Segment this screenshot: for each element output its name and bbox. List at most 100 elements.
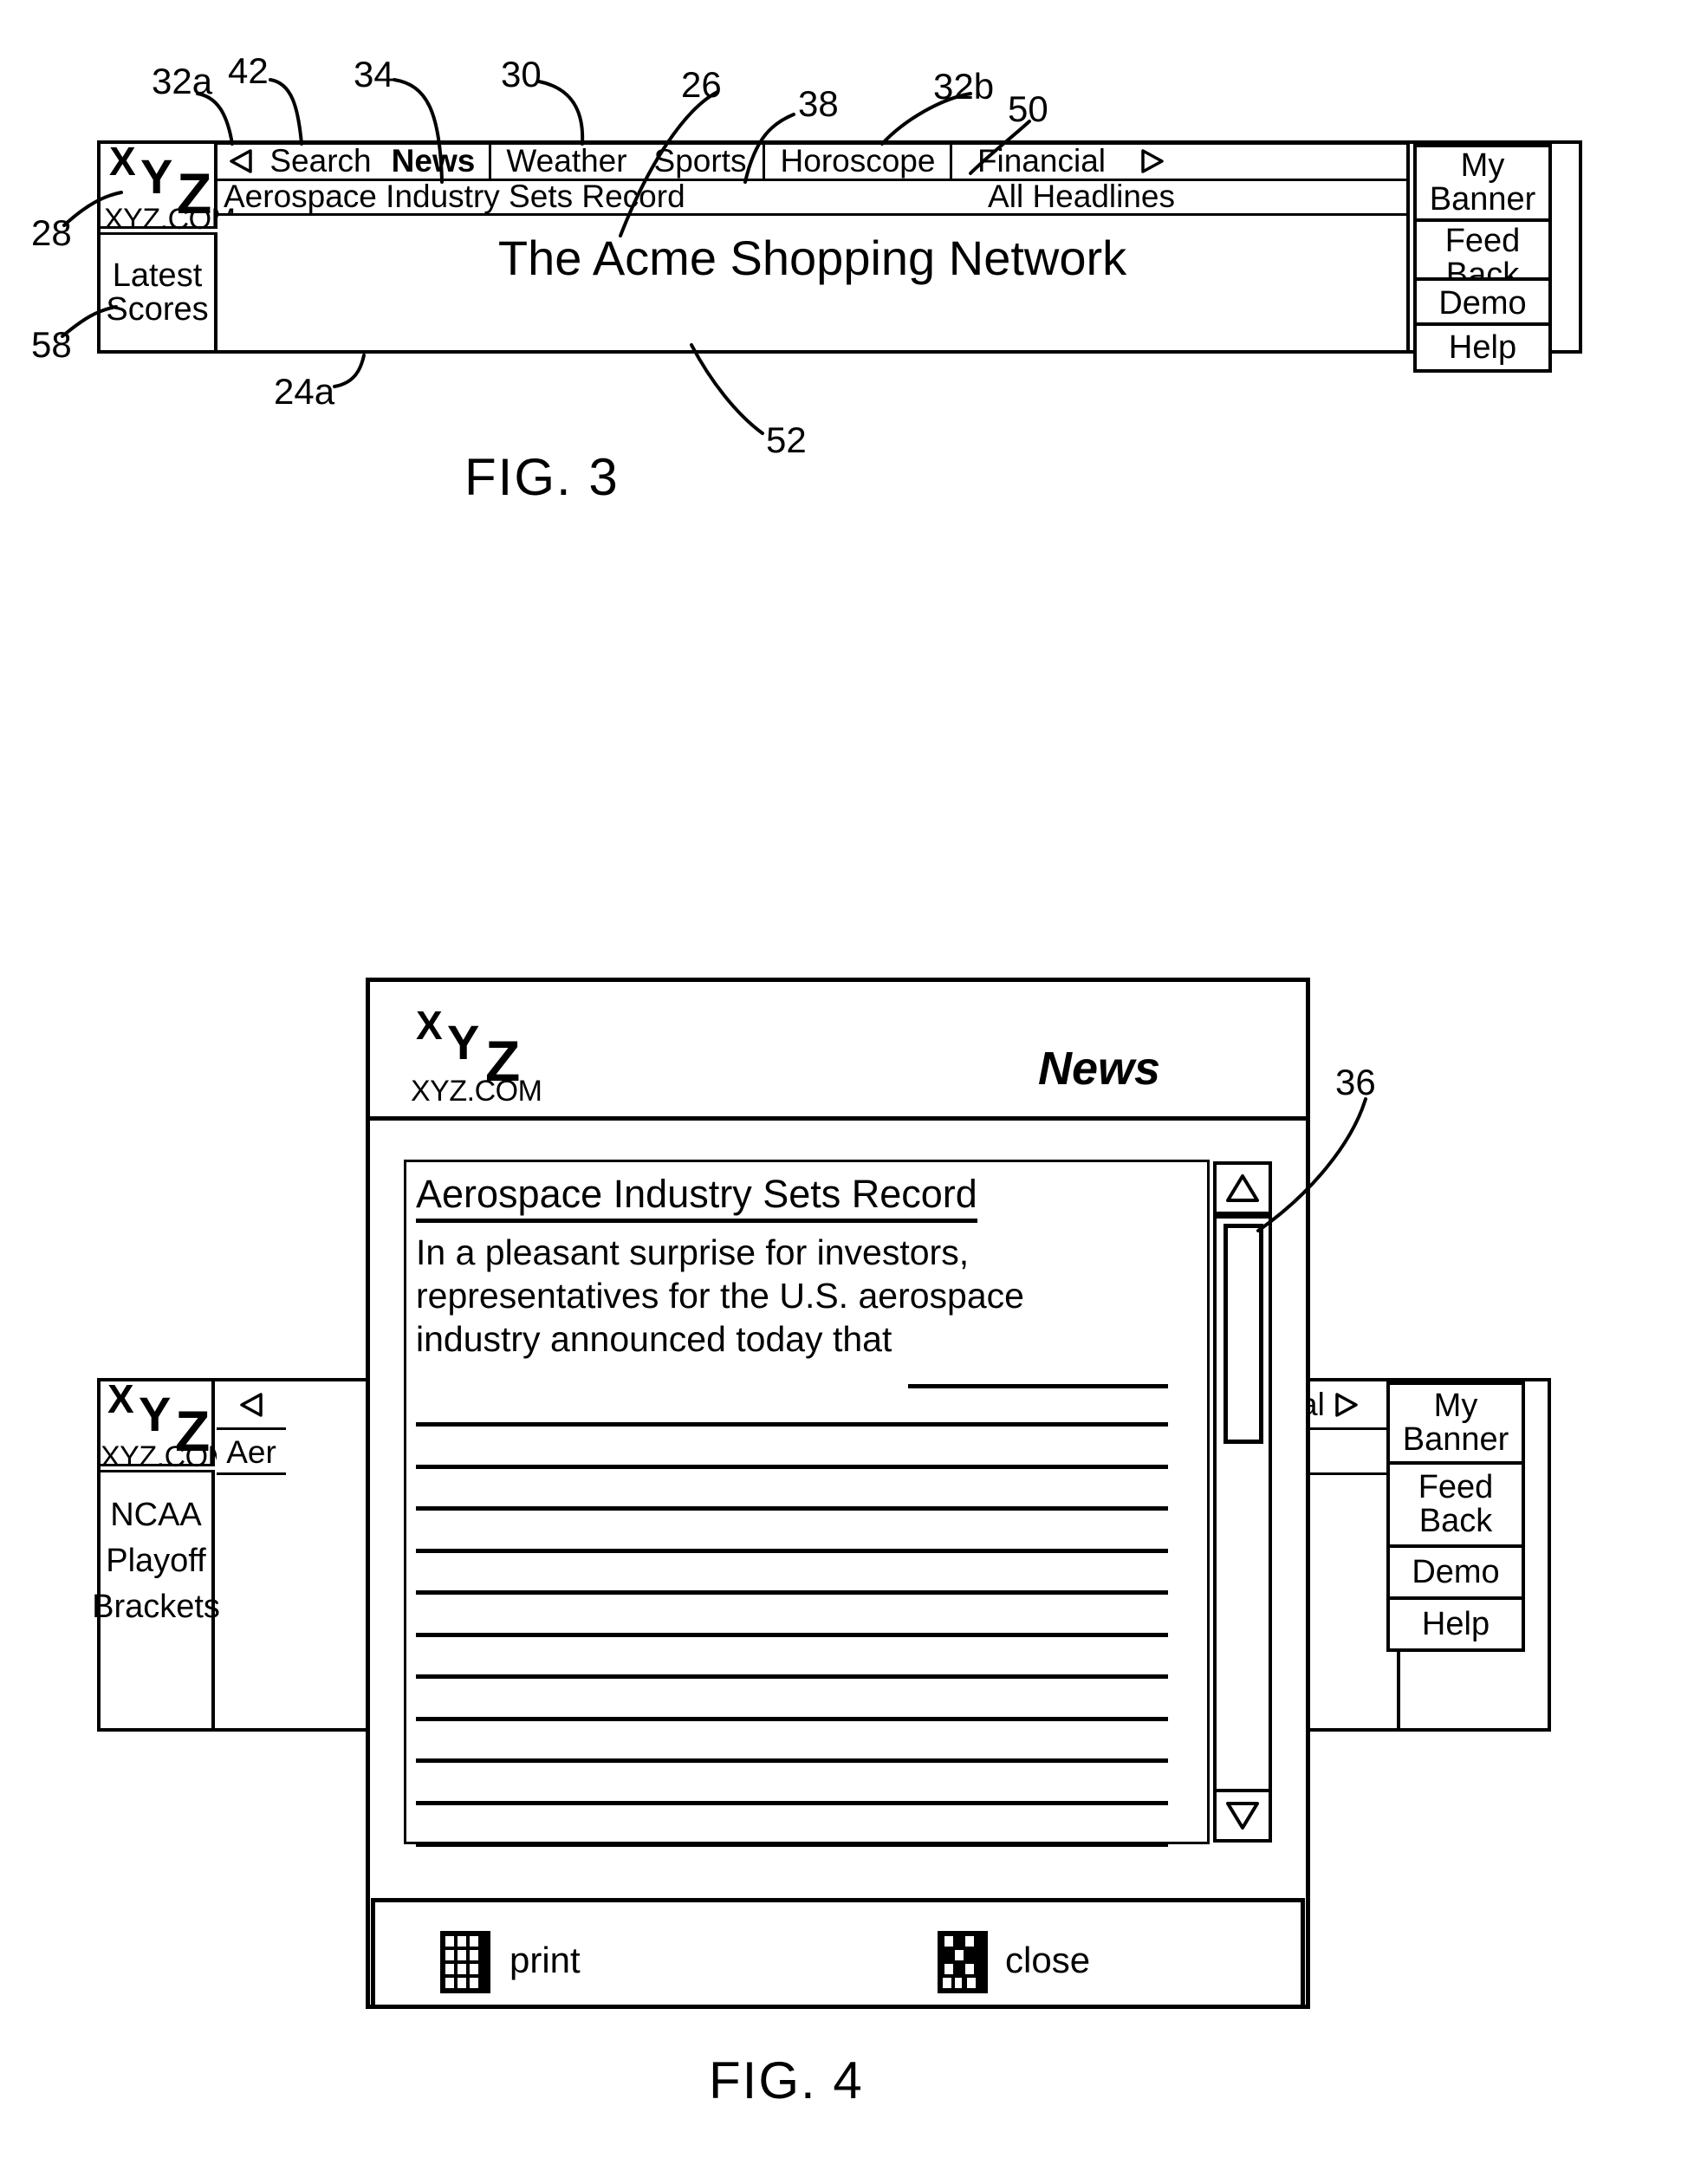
- fig3-nav-item-horoscope[interactable]: Horoscope: [768, 143, 948, 179]
- fig4-button-my-banner[interactable]: My Banner: [1386, 1381, 1525, 1465]
- ref-28: 28: [31, 212, 72, 253]
- fig4-window-title: News: [1038, 1043, 1161, 1095]
- fig4-body-rule-11: [416, 1843, 1168, 1847]
- fig3-nav-label-news: News: [391, 143, 476, 179]
- fig4-close-label[interactable]: close: [1005, 1940, 1090, 1981]
- fig3-promo-cell[interactable]: Latest Scores: [101, 232, 217, 350]
- fig3-button-my-banner-line2: Banner: [1429, 181, 1536, 218]
- fig3-nav-item-search[interactable]: Search: [260, 143, 381, 179]
- ref-34: 34: [354, 54, 394, 94]
- fig4-promo-line2: Playoff: [106, 1542, 206, 1579]
- fig3-nav-item-news[interactable]: News: [381, 143, 485, 179]
- fig3-nav-item-financial[interactable]: Financial: [955, 143, 1128, 179]
- fig4-print-label[interactable]: print: [510, 1940, 581, 1981]
- fig4-body-rule-7: [416, 1674, 1168, 1679]
- logo-letter-x: X: [107, 1376, 134, 1421]
- fig3-nav-divider-3: [950, 144, 952, 180]
- fig4-button-my-banner-line2: Banner: [1402, 1421, 1509, 1458]
- fig3-button-help-label: Help: [1448, 328, 1517, 366]
- triangle-right-icon-wrap[interactable]: [1334, 1392, 1360, 1418]
- ref-42: 42: [228, 50, 269, 91]
- fig3-button-my-banner[interactable]: My Banner: [1413, 144, 1552, 222]
- fig4-body-rule-1: [416, 1422, 1168, 1427]
- logo-letter-x: X: [416, 1003, 443, 1048]
- fig3-button-feed-back-line1: Feed: [1444, 223, 1521, 260]
- triangle-up-icon: [1226, 1174, 1259, 1202]
- fig4-promo-line3: Brackets: [92, 1588, 220, 1625]
- fig4-window-domain-label: XYZ.COM: [411, 1075, 542, 1108]
- fig4-article-headline[interactable]: Aerospace Industry Sets Record: [416, 1172, 977, 1223]
- triangle-right-icon: [1335, 1392, 1358, 1417]
- fig4-promo-line1: NCAA: [110, 1497, 202, 1533]
- fig4-body-rule-5: [416, 1590, 1168, 1595]
- fig4-button-my-banner-line1: My: [1433, 1388, 1478, 1425]
- ref-52: 52: [766, 419, 807, 460]
- fig4-right-clipped-ticker: [1295, 1432, 1400, 1475]
- ref-58: 58: [31, 324, 72, 365]
- fig3-all-headlines-label: All Headlines: [988, 179, 1175, 214]
- fig4-right-clipped-content: [1295, 1477, 1400, 1728]
- fig3-nav-divider-2: [763, 144, 765, 180]
- fig4-body-rule-2: [416, 1465, 1168, 1469]
- fig3-nav-label-sports: Sports: [653, 143, 747, 179]
- fig4-left-clipped-headline[interactable]: Aer: [217, 1432, 286, 1475]
- triangle-down-icon: [1226, 1802, 1259, 1830]
- fig4-button-feed-back-line2: Back: [1418, 1503, 1493, 1539]
- fig4-button-help[interactable]: Help: [1386, 1596, 1525, 1652]
- fig3-right-panel-separator: [1406, 141, 1410, 352]
- fig3-button-demo[interactable]: Demo: [1413, 277, 1552, 329]
- patent-figure-sheet: X Y Z XYZ.COM Latest Scores Search News: [0, 0, 1707, 2184]
- ref-32b: 32b: [933, 66, 995, 107]
- fig4-body-rule-8: [416, 1717, 1168, 1721]
- leader-24a: [333, 354, 366, 388]
- fig3-all-headlines-link[interactable]: All Headlines: [884, 179, 1175, 214]
- fig4-caption: FIG. 4: [709, 2051, 864, 2109]
- logo-letter-y: Y: [140, 149, 173, 204]
- fig3-button-help[interactable]: Help: [1413, 322, 1552, 373]
- triangle-left-icon: [240, 1392, 263, 1417]
- leader-42: [269, 78, 303, 146]
- print-grid-icon[interactable]: [440, 1931, 490, 1993]
- fig4-promo-cell[interactable]: NCAA Playoff Brackets: [92, 1470, 220, 1728]
- fig4-body-rule-3: [416, 1506, 1168, 1511]
- fig4-button-feed-back[interactable]: Feed Back: [1386, 1461, 1525, 1548]
- fig4-scroll-thumb[interactable]: [1223, 1224, 1263, 1444]
- fig4-scroll-up-button[interactable]: [1213, 1161, 1272, 1215]
- fig4-right-clipped-nav[interactable]: al: [1295, 1381, 1400, 1430]
- fig4-body-rule-10: [416, 1801, 1168, 1805]
- fig3-button-demo-label: Demo: [1438, 284, 1527, 322]
- fig3-nav-divider-1: [489, 144, 491, 180]
- fig3-nav-label-search: Search: [269, 143, 372, 179]
- fig3-promo-line1: Latest: [112, 257, 203, 294]
- fig4-body-rule-6: [416, 1633, 1168, 1637]
- fig4-button-demo[interactable]: Demo: [1386, 1544, 1525, 1600]
- fig4-left-clipped-nav-arrow[interactable]: [217, 1381, 286, 1430]
- fig4-window-header-rule: [370, 1116, 1306, 1121]
- fig4-button-help-label: Help: [1421, 1605, 1490, 1642]
- fig4-button-demo-label: Demo: [1412, 1553, 1500, 1590]
- fig3-promo-line2: Scores: [106, 290, 209, 328]
- logo-letter-x: X: [109, 139, 136, 184]
- fig4-left-clipped-headline-label: Aer: [226, 1433, 276, 1470]
- ref-30: 30: [501, 54, 542, 94]
- fig3-nav-prev-arrow[interactable]: [222, 144, 260, 179]
- ref-38: 38: [798, 83, 839, 124]
- fig3-nav-label-weather: Weather: [506, 143, 627, 179]
- fig3-ticker-headline-label: Aerospace Industry Sets Record: [224, 179, 685, 214]
- ref-36: 36: [1335, 1062, 1376, 1102]
- fig3-nav-item-sports[interactable]: Sports: [639, 143, 761, 179]
- leader-52: [690, 343, 764, 435]
- ref-24a: 24a: [274, 371, 335, 412]
- fig3-nav-item-weather[interactable]: Weather: [494, 143, 639, 179]
- fig4-body-rule-inline: [908, 1384, 1168, 1388]
- leader-30: [537, 80, 585, 146]
- fig3-content-area[interactable]: The Acme Shopping Network: [218, 216, 1406, 350]
- fig3-nav-next-arrow[interactable]: [1128, 144, 1177, 179]
- logo-letter-y: Y: [447, 1015, 480, 1069]
- fig4-scroll-down-button[interactable]: [1213, 1789, 1272, 1843]
- ref-32a: 32a: [152, 61, 213, 101]
- close-grid-icon[interactable]: [938, 1931, 988, 1993]
- fig3-ticker-headline[interactable]: Aerospace Industry Sets Record: [224, 179, 830, 214]
- fig3-button-my-banner-line1: My: [1460, 147, 1505, 185]
- fig3-nav-label-financial: Financial: [977, 143, 1107, 179]
